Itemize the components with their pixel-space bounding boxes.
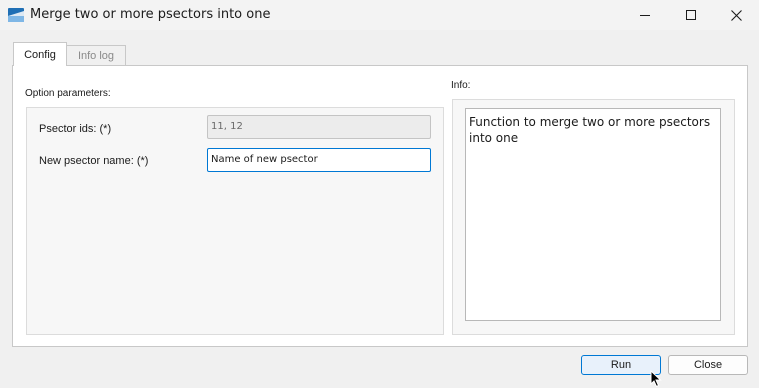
close-button-label: Close bbox=[693, 359, 723, 371]
window-title: Merge two or more psectors into one bbox=[30, 7, 271, 22]
psector-ids-input[interactable]: 11, 12 bbox=[207, 115, 431, 139]
option-parameters-group: Psector ids: (*) 11, 12 New psector name… bbox=[26, 107, 444, 335]
minimize-button[interactable] bbox=[622, 0, 668, 30]
option-parameters-label: Option parameters: bbox=[25, 88, 111, 99]
info-group: Function to merge two or more psectors i… bbox=[452, 99, 735, 335]
close-button[interactable]: Close bbox=[668, 355, 748, 375]
close-icon bbox=[730, 9, 742, 21]
tab-info-log-label: Info log bbox=[77, 50, 115, 62]
maximize-icon bbox=[686, 10, 696, 20]
psector-ids-label: Psector ids: (*) bbox=[39, 123, 112, 135]
app-logo-icon bbox=[8, 8, 24, 22]
run-button-label: Run bbox=[610, 359, 632, 371]
tab-info-log[interactable]: Info log bbox=[66, 45, 126, 66]
tab-config[interactable]: Config bbox=[13, 42, 67, 66]
maximize-button[interactable] bbox=[668, 0, 714, 30]
mouse-pointer-icon bbox=[650, 370, 662, 388]
info-label: Info: bbox=[451, 80, 471, 91]
info-text-box[interactable]: Function to merge two or more psectors i… bbox=[465, 108, 721, 321]
tab-config-label: Config bbox=[24, 48, 56, 61]
minimize-icon bbox=[640, 15, 650, 16]
new-psector-name-label: New psector name: (*) bbox=[39, 155, 149, 167]
config-tab-pane: Option parameters: Psector ids: (*) 11, … bbox=[12, 65, 748, 347]
title-bar: Merge two or more psectors into one bbox=[0, 0, 759, 30]
run-button[interactable]: Run bbox=[581, 355, 661, 375]
close-window-button[interactable] bbox=[713, 0, 759, 30]
new-psector-name-input[interactable]: Name of new psector bbox=[207, 148, 431, 172]
